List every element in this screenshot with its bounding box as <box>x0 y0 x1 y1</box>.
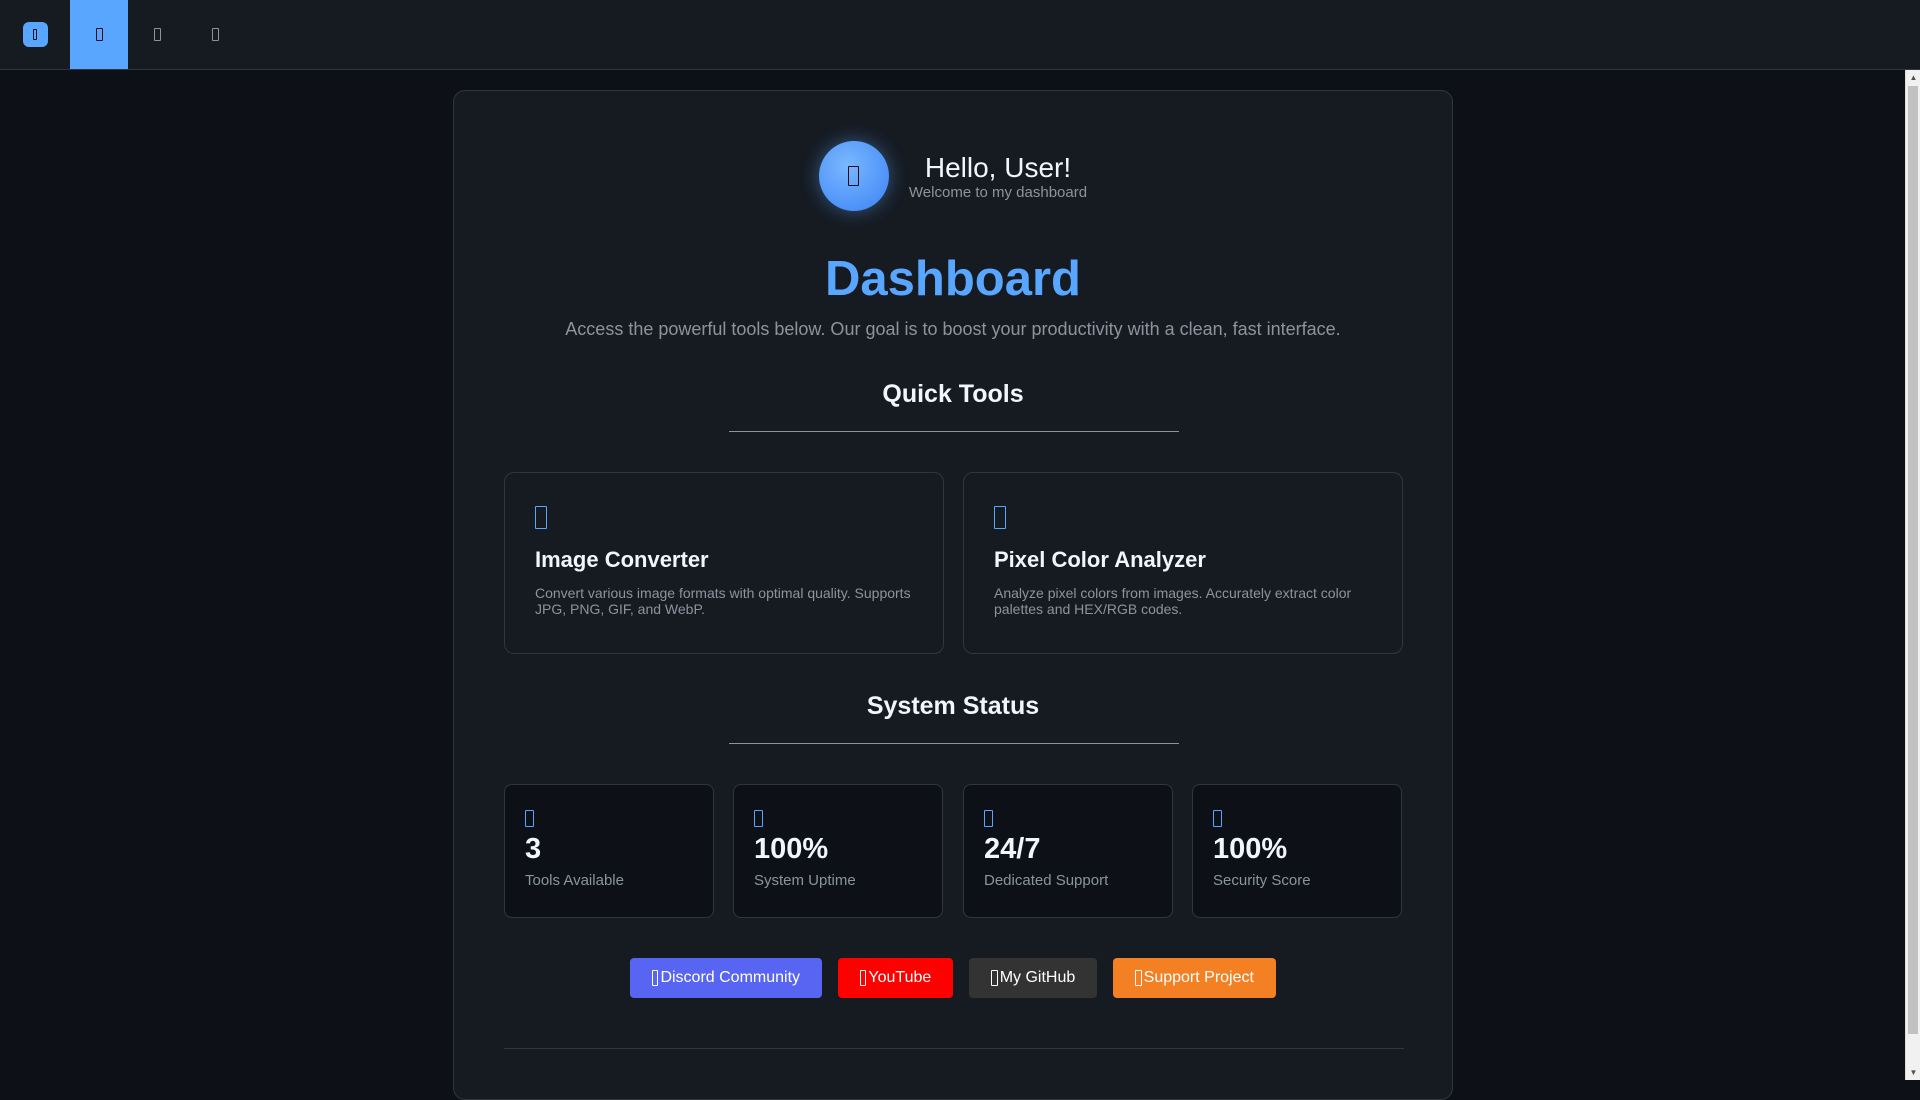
headset-icon <box>984 807 1152 827</box>
stat-card-support: 24/7 Dedicated Support <box>963 784 1173 918</box>
logo-container[interactable] <box>0 0 70 69</box>
dashboard-card: Hello, User! Welcome to my dashboard Das… <box>453 90 1453 1100</box>
stat-label: System Uptime <box>754 872 856 889</box>
github-button[interactable]: My GitHub <box>969 958 1098 998</box>
stat-label: Dedicated Support <box>984 872 1109 889</box>
discord-icon <box>652 970 659 986</box>
system-status-divider <box>729 743 1179 744</box>
support-project-button[interactable]: Support Project <box>1113 958 1276 998</box>
info-icon <box>211 27 219 42</box>
github-icon <box>991 970 998 986</box>
footer-divider <box>504 1048 1404 1049</box>
quick-tools-divider <box>729 431 1179 432</box>
youtube-icon <box>860 970 867 986</box>
tool-title: Pixel Color Analyzer <box>994 547 1206 572</box>
shield-icon <box>1213 807 1381 827</box>
youtube-button[interactable]: YouTube <box>838 958 954 998</box>
stat-value: 24/7 <box>984 833 1041 865</box>
stat-label: Security Score <box>1213 872 1311 889</box>
stat-value: 100% <box>1213 833 1288 865</box>
eyedropper-icon <box>994 503 1372 533</box>
tool-description: Analyze pixel colors from images. Accura… <box>994 585 1352 618</box>
stat-value: 100% <box>754 833 829 865</box>
stat-card-tools: 3 Tools Available <box>504 784 714 918</box>
stat-label: Tools Available <box>525 872 624 889</box>
server-icon <box>754 807 922 827</box>
system-status-heading: System Status <box>866 692 1040 720</box>
home-icon <box>95 27 103 42</box>
discord-community-button[interactable]: Discord Community <box>630 958 823 998</box>
social-links: Discord Community YouTube My GitHub Supp… <box>454 958 1452 998</box>
page-title: Dashboard <box>825 252 1081 306</box>
tools-icon <box>153 27 161 42</box>
page-description: Access the powerful tools below. Our goa… <box>565 319 1341 339</box>
tool-card-pixel-color-analyzer[interactable]: Pixel Color Analyzer Analyze pixel color… <box>963 472 1403 654</box>
greeting-title: Hello, User! <box>924 151 1072 183</box>
nav-tools-button[interactable] <box>128 0 186 69</box>
scroll-thumb[interactable] <box>1908 86 1918 1034</box>
scroll-down-arrow-icon[interactable]: ▼ <box>1906 1065 1920 1080</box>
top-navigation-bar <box>0 0 1920 70</box>
heart-icon <box>1135 970 1142 986</box>
tool-title: Image Converter <box>535 547 709 572</box>
button-label: My GitHub <box>999 969 1076 986</box>
stat-card-security: 100% Security Score <box>1192 784 1402 918</box>
toolbox-icon <box>525 807 693 827</box>
greeting-subtitle: Welcome to my dashboard <box>908 184 1088 202</box>
stat-card-uptime: 100% System Uptime <box>733 784 943 918</box>
image-icon <box>535 503 913 533</box>
quick-tools-heading: Quick Tools <box>882 380 1024 408</box>
tool-description: Convert various image formats with optim… <box>535 585 911 618</box>
greeting-header: Hello, User! Welcome to my dashboard <box>454 141 1452 211</box>
tool-card-image-converter[interactable]: Image Converter Convert various image fo… <box>504 472 944 654</box>
button-label: YouTube <box>868 969 932 986</box>
app-logo-icon[interactable] <box>22 22 48 47</box>
user-avatar-icon <box>818 141 889 211</box>
stat-value: 3 <box>525 833 542 865</box>
nav-home-button[interactable] <box>70 0 128 69</box>
button-label: Discord Community <box>660 969 801 986</box>
button-label: Support Project <box>1143 969 1254 986</box>
nav-info-button[interactable] <box>186 0 244 69</box>
scroll-up-arrow-icon[interactable]: ▲ <box>1906 70 1920 85</box>
page-scrollbar[interactable]: ▲ ▼ <box>1905 70 1920 1080</box>
